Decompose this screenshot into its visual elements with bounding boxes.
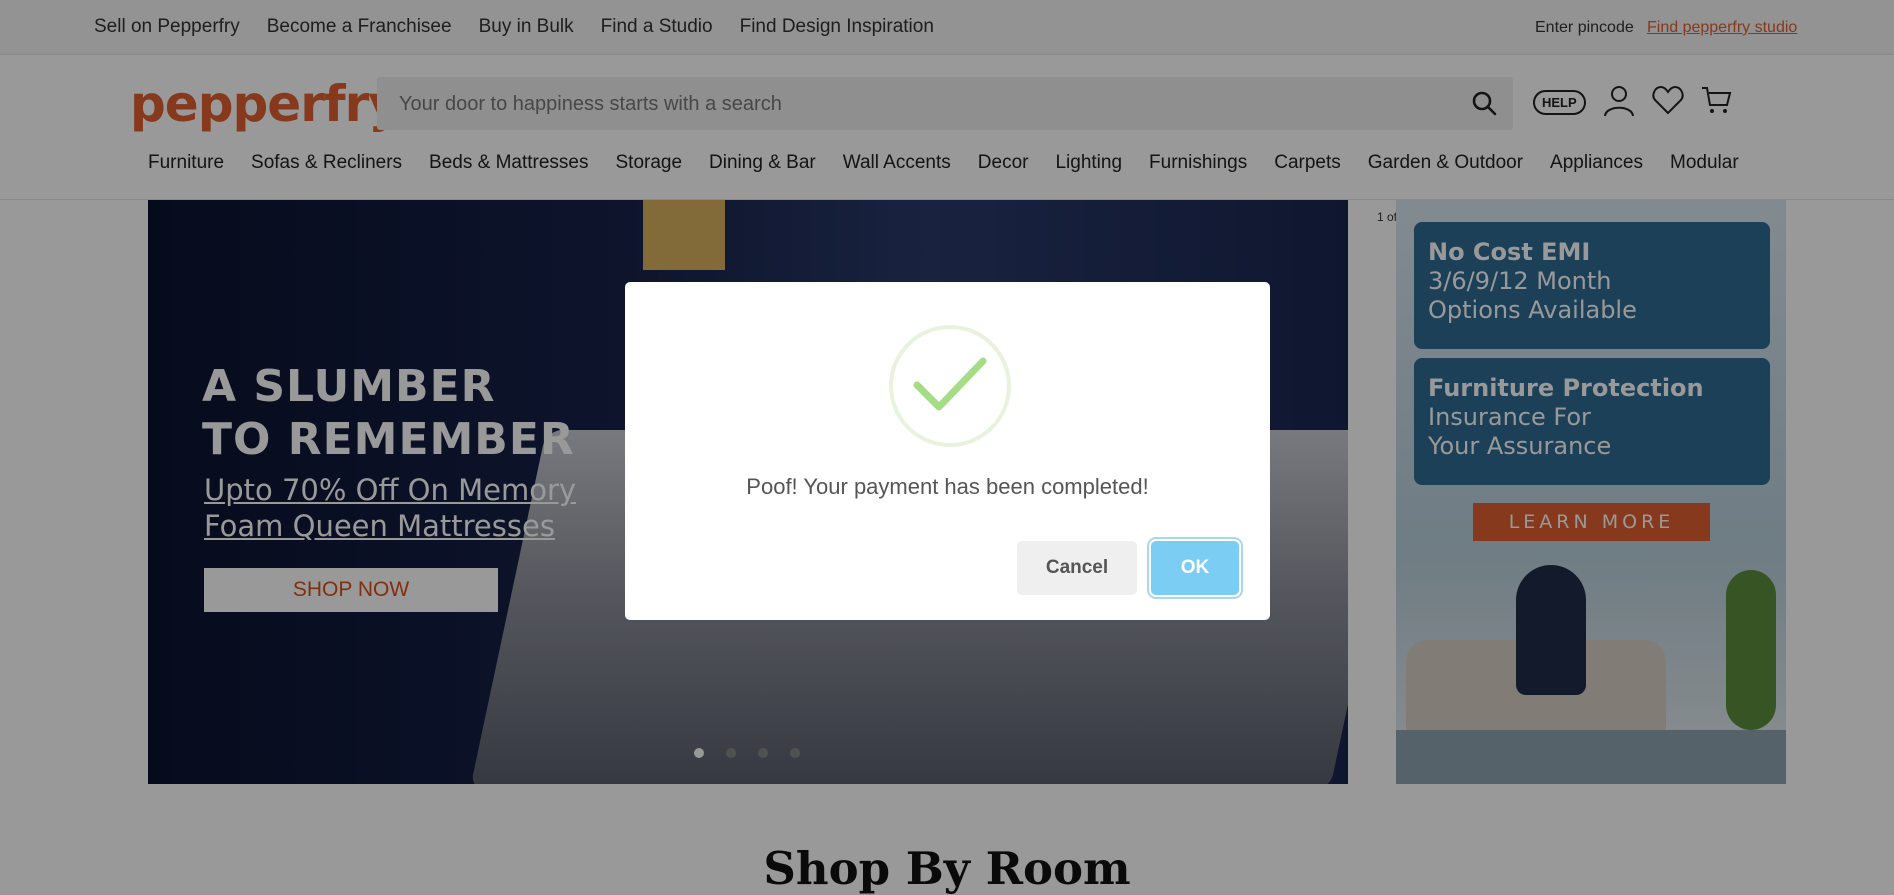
payment-success-dialog: Poof! Your payment has been completed! C… [625, 282, 1270, 620]
cancel-button[interactable]: Cancel [1017, 541, 1137, 595]
success-check-icon [889, 325, 1011, 447]
dialog-message: Poof! Your payment has been completed! [746, 474, 1149, 499]
ok-button[interactable]: OK [1151, 541, 1239, 595]
